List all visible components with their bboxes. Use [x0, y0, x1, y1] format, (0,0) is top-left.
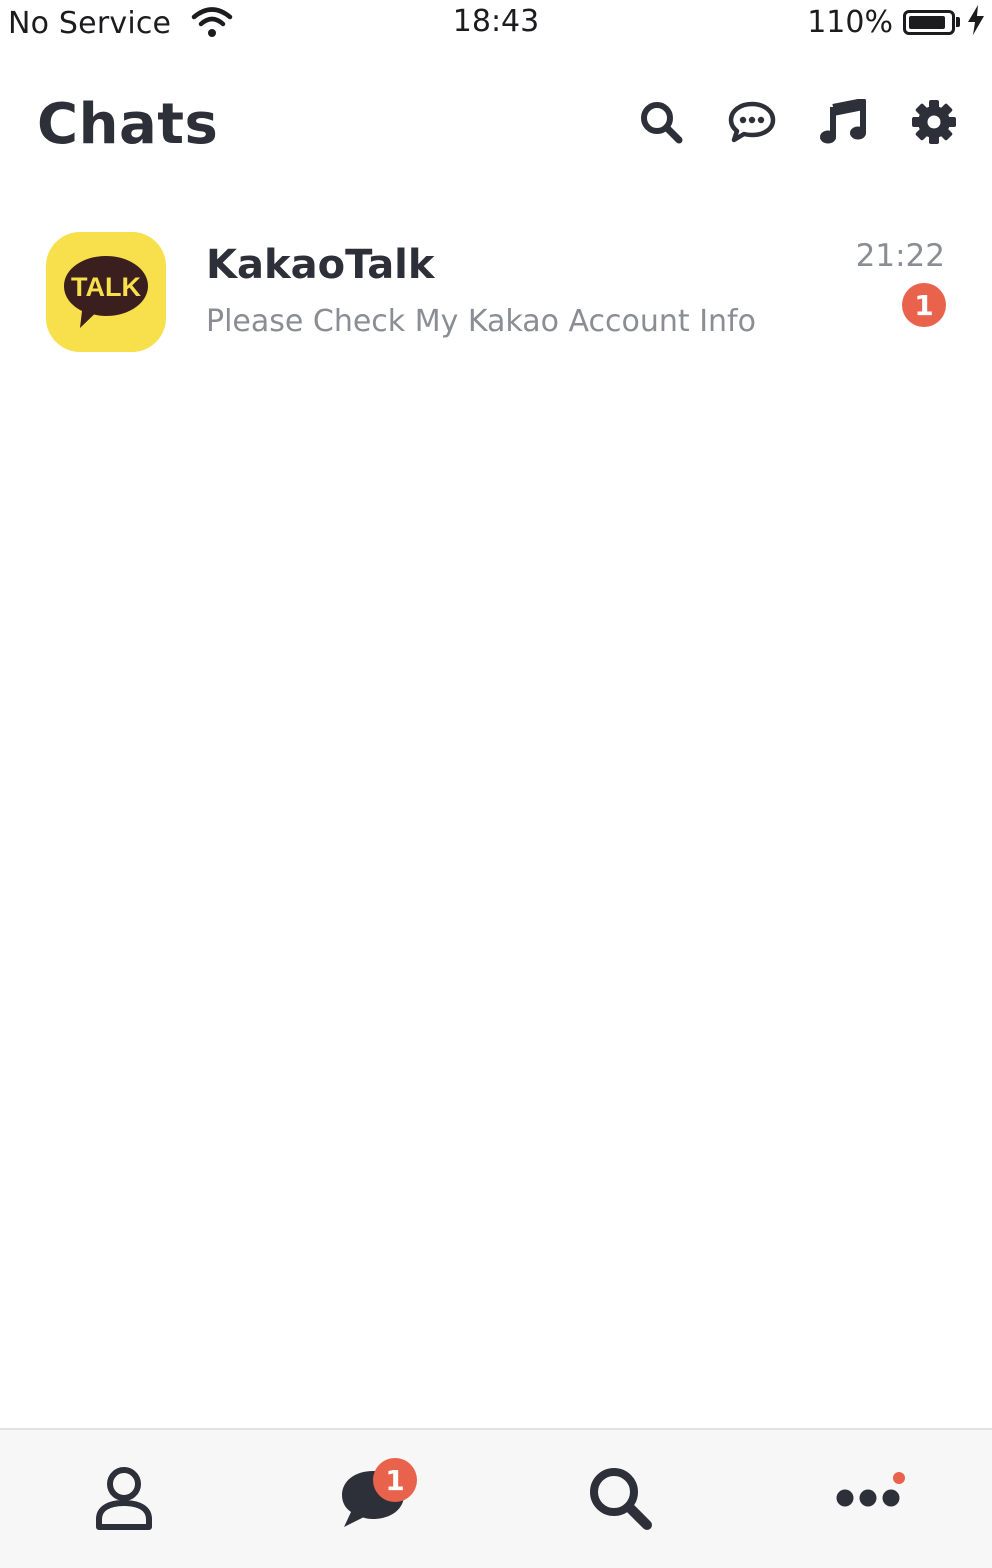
music-button[interactable] — [815, 96, 871, 152]
chats-screen: No Service 18:43 110% Chats TALK KakaoTa… — [0, 0, 992, 1568]
new-chat-icon — [728, 100, 776, 148]
tab-friends[interactable] — [0, 1430, 248, 1568]
more-icon — [836, 1488, 900, 1512]
kakaotalk-avatar: TALK — [46, 232, 166, 352]
chat-time: 21:22 — [855, 238, 945, 274]
chat-preview: Please Check My Kakao Account Info — [206, 304, 756, 339]
bottom-nav: 1 — [0, 1428, 992, 1568]
charging-bolt-icon — [966, 4, 986, 40]
battery-fill — [909, 15, 945, 29]
status-right: 110% — [807, 4, 986, 40]
battery-cap — [956, 17, 960, 27]
chats-tab-badge: 1 — [373, 1458, 417, 1502]
more-notification-dot — [893, 1472, 905, 1484]
status-bar: No Service 18:43 110% — [0, 0, 992, 50]
settings-button[interactable] — [906, 96, 962, 152]
header: Chats — [0, 80, 992, 180]
battery-icon — [903, 9, 955, 35]
search-icon — [638, 99, 684, 149]
tab-more[interactable] — [744, 1430, 992, 1568]
avatar-label: TALK — [71, 272, 141, 302]
search-button[interactable] — [633, 96, 689, 152]
tab-search[interactable] — [496, 1430, 744, 1568]
page-title: Chats — [37, 92, 219, 157]
friends-icon — [94, 1465, 154, 1535]
chat-name: KakaoTalk — [206, 242, 435, 288]
music-icon — [819, 98, 867, 149]
unread-badge: 1 — [902, 283, 946, 327]
chat-list-item[interactable]: TALK KakaoTalk Please Check My Kakao Acc… — [0, 218, 992, 366]
new-chat-button[interactable] — [724, 96, 780, 152]
tab-chats[interactable] — [248, 1430, 496, 1568]
search-icon — [586, 1464, 654, 1536]
talk-bubble-icon: TALK — [64, 256, 148, 328]
battery-percent: 110% — [807, 4, 893, 40]
settings-icon — [911, 99, 957, 149]
